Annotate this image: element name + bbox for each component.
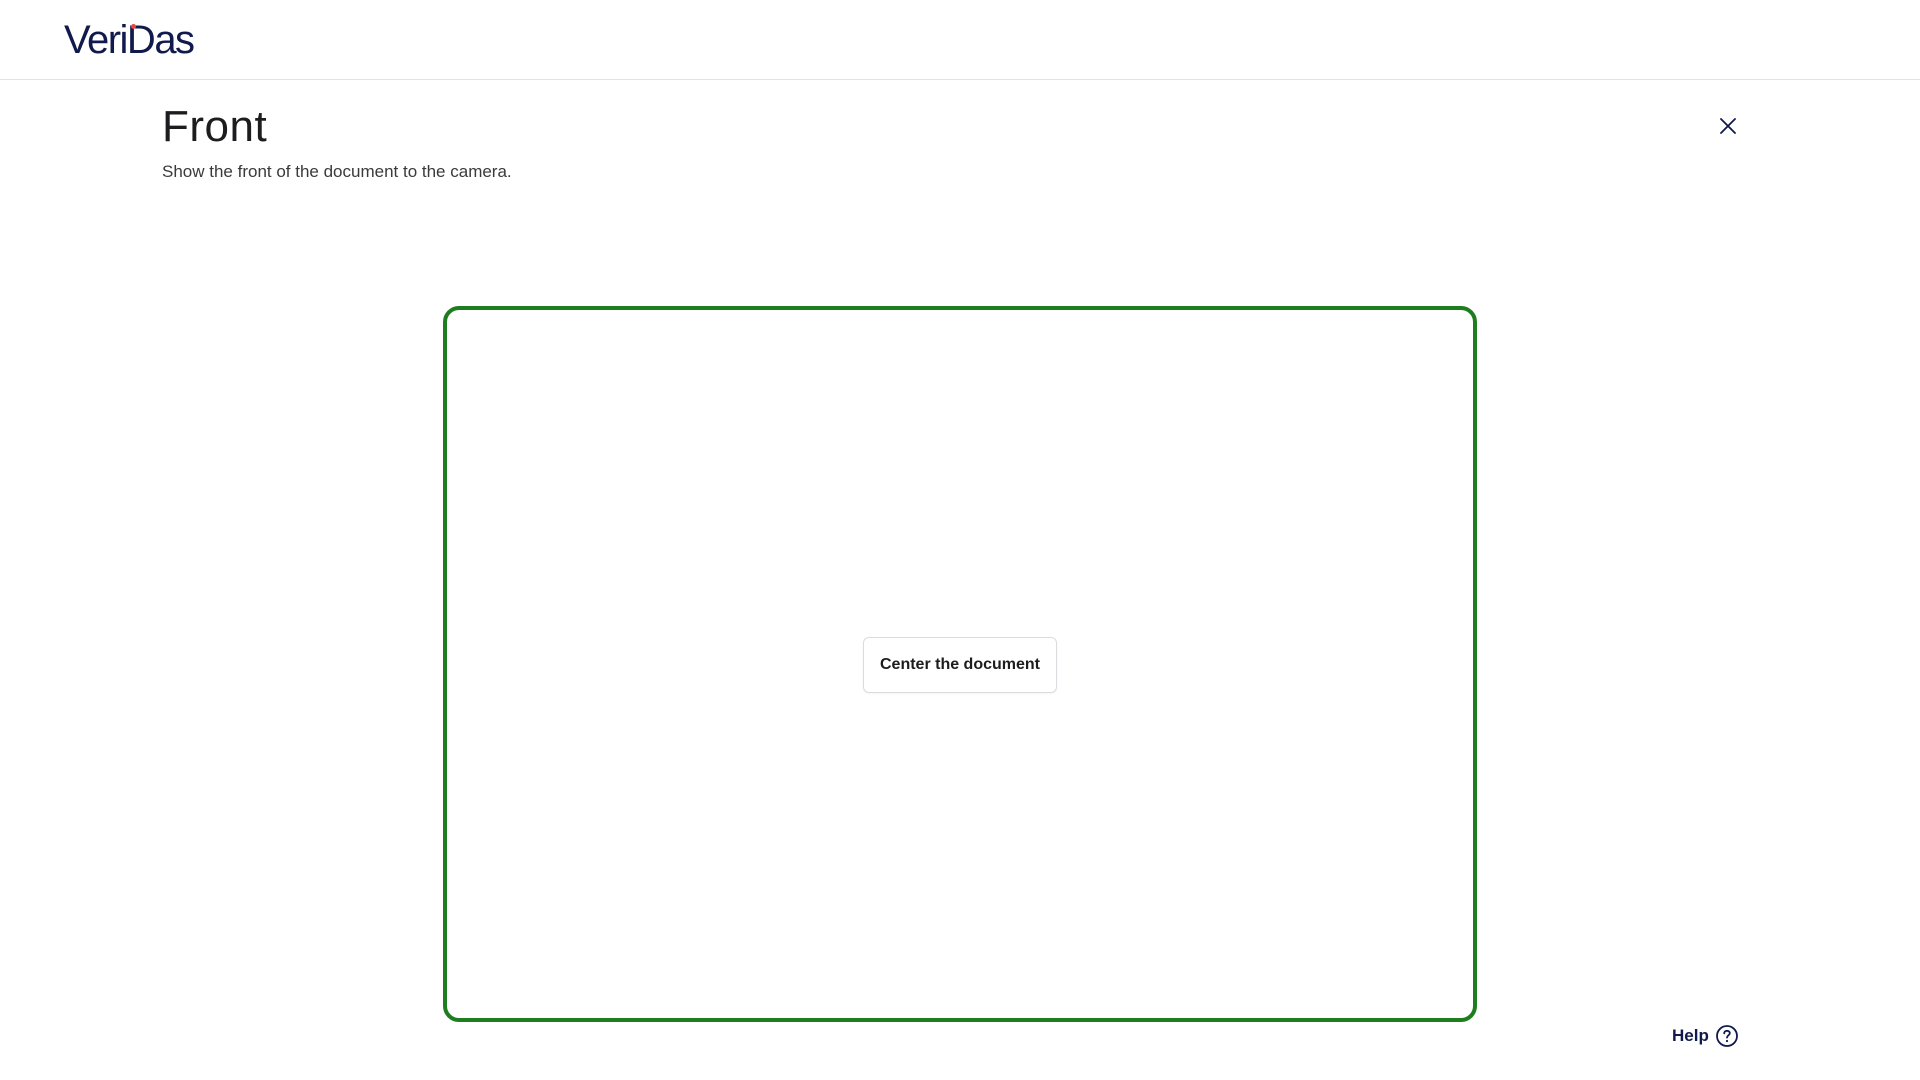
- help-label: Help: [1672, 1026, 1709, 1045]
- close-button[interactable]: [1714, 112, 1742, 140]
- page-title: Front: [162, 102, 268, 151]
- help-button[interactable]: Help: [1672, 1022, 1739, 1050]
- logo-accent-dot: [131, 24, 136, 29]
- logo-wordmark: VeriDas: [64, 18, 195, 62]
- page-subtitle: Show the front of the document to the ca…: [162, 162, 512, 181]
- camera-status-message: Center the document: [863, 637, 1057, 693]
- close-icon: [1720, 118, 1736, 134]
- veridas-logo: VeriDas: [64, 20, 214, 60]
- question-circle-icon: [1715, 1025, 1738, 1047]
- app-header: VeriDas: [0, 0, 1920, 80]
